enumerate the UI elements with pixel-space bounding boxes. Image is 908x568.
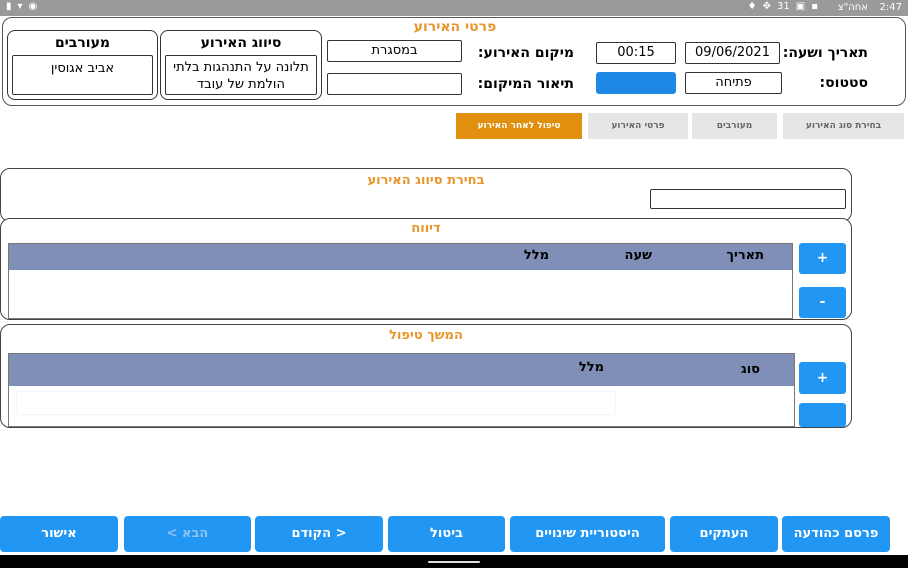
status-bar: ▮ ▾ ◉ ♦ ✥ 31 ▣ ▪ אחה"צ 2:47	[0, 0, 908, 16]
followup-remove-button[interactable]	[799, 403, 846, 427]
report-col-hour: שעה	[624, 248, 652, 263]
involved-box: מעורבים אביב אגוסין	[7, 30, 158, 100]
event-details-title: פרטי האירוע	[413, 19, 497, 35]
classification-select-input[interactable]	[650, 189, 846, 209]
status-field[interactable]: פתיחה	[685, 72, 782, 94]
report-table-header: תאריך שעה מלל	[9, 244, 792, 270]
followup-col-type: סוג	[740, 362, 760, 377]
location-field[interactable]: במסגרת	[327, 40, 462, 62]
time-field[interactable]: 00:15	[596, 42, 676, 64]
copies-button[interactable]: העתקים	[670, 516, 778, 552]
involved-title: מעורבים	[54, 35, 111, 51]
cancel-button[interactable]: ביטול	[388, 516, 505, 552]
followup-section: המשך טיפול סוג מלל +	[0, 324, 852, 428]
status-time: 2:47	[879, 2, 902, 13]
classification-box: סיווג האירוע תלונה על התנהגות בלתי הולמת…	[160, 30, 322, 100]
change-history-button[interactable]: היסטוריית שינויים	[510, 516, 665, 552]
location-description-field[interactable]	[327, 73, 462, 95]
system-nav-bar	[0, 555, 908, 568]
home-gesture-handle[interactable]	[428, 561, 480, 563]
followup-title: המשך טיפול	[389, 328, 463, 343]
previous-button[interactable]: < הקודם	[255, 516, 383, 552]
photo-icon: ▪	[811, 1, 818, 12]
date-time-label: תאריך ושעה:	[782, 45, 868, 61]
status-right-icons: ♦ ✥ 31 ▣ ▪	[748, 1, 818, 12]
bell-icon: ♦	[747, 1, 757, 12]
tab-involved[interactable]: מעורבים	[692, 113, 777, 139]
status-left-icons: ▮ ▾ ◉	[6, 1, 37, 12]
report-col-date: תאריך	[726, 248, 764, 263]
tab-event-details[interactable]: פרטי האירוע	[588, 113, 688, 139]
followup-row-input[interactable]	[17, 392, 615, 414]
followup-col-text: מלל	[578, 360, 604, 375]
status-label: סטטוס:	[819, 75, 868, 91]
classification-value[interactable]: תלונה על התנהגות בלתי הולמת של עובד	[165, 55, 317, 95]
report-title: דיווח	[411, 221, 441, 236]
eye-icon: ◉	[28, 1, 38, 12]
battery-icon: ▮	[6, 1, 12, 12]
followup-table[interactable]: סוג מלל	[8, 353, 795, 427]
classification-title: סיווג האירוע	[200, 35, 282, 51]
status-change-button[interactable]	[596, 72, 676, 94]
involved-value[interactable]: אביב אגוסין	[12, 55, 153, 95]
report-section: דיווח תאריך שעה מלל + -	[0, 218, 852, 320]
report-add-button[interactable]: +	[799, 243, 846, 274]
network-icon: ✥	[762, 1, 772, 12]
image-icon: ▣	[795, 1, 806, 12]
tab-post-event-handling[interactable]: טיפול לאחר האירוע	[456, 113, 582, 139]
location-label: מיקום האירוע:	[477, 45, 574, 61]
location-description-label: תיאור המיקום:	[477, 76, 574, 92]
confirm-button[interactable]: אישור	[0, 516, 118, 552]
report-col-text: מלל	[523, 248, 549, 263]
calendar-icon: 31	[777, 1, 790, 12]
publish-as-message-button[interactable]: פרסם כהודעה	[782, 516, 890, 552]
next-button: הבא >	[124, 516, 251, 552]
report-remove-button[interactable]: -	[799, 287, 846, 318]
date-field[interactable]: 09/06/2021	[685, 42, 780, 64]
followup-table-header: סוג מלל	[9, 354, 794, 386]
report-table[interactable]: תאריך שעה מלל	[8, 243, 793, 319]
wifi-icon: ▾	[17, 1, 23, 12]
followup-add-button[interactable]: +	[799, 362, 846, 394]
classification-select-title: בחירת סיווג האירוע	[367, 173, 485, 188]
classification-select-section: בחירת סיווג האירוע	[0, 168, 852, 222]
status-ampm: אחה"צ	[837, 2, 868, 13]
tab-event-type[interactable]: בחירת סוג האירוע	[783, 113, 904, 139]
